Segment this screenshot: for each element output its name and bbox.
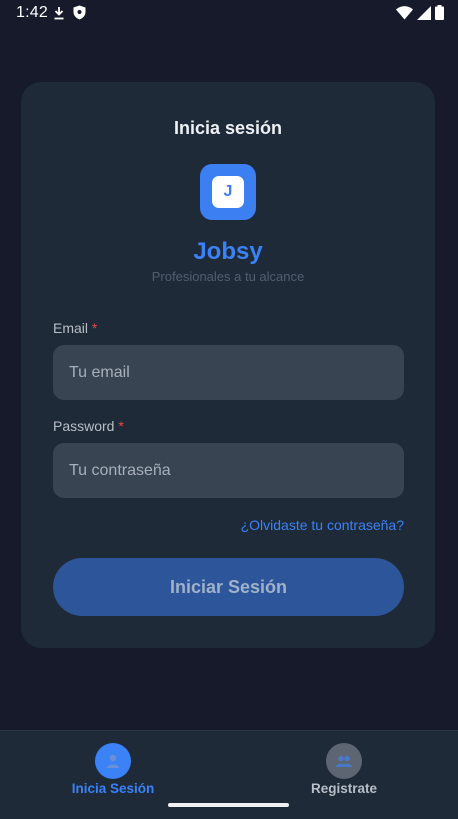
brand-tagline: Profesionales a tu alcance [151, 269, 305, 284]
battery-icon [435, 5, 444, 25]
nav-item-login[interactable]: Inicia Sesión [43, 743, 183, 803]
nav-label-login: Inicia Sesión [71, 781, 155, 796]
logo-letter: J [212, 176, 244, 208]
password-input[interactable] [53, 443, 404, 498]
app-logo: J [200, 164, 256, 220]
signal-icon [417, 5, 431, 25]
email-label-text: Email [53, 320, 89, 336]
email-required-mark: * [91, 320, 98, 336]
nav-label-register: Registrate [310, 781, 378, 796]
password-label-text: Password [53, 418, 115, 434]
login-card: Inicia sesión J Jobsy Profesionales a tu… [21, 82, 435, 648]
email-input[interactable] [53, 345, 404, 400]
status-bar: 1:42 [0, 0, 458, 28]
users-icon [326, 743, 362, 779]
status-notification-icons [53, 5, 86, 25]
home-indicator[interactable] [168, 803, 289, 807]
login-screen: 1:42 Inicia sesión J Jobsy Profesionales… [0, 0, 458, 819]
nav-item-register[interactable]: Registrate [274, 743, 414, 803]
shield-icon [73, 5, 86, 25]
password-label: Password * [53, 418, 124, 434]
brand-name: Jobsy [193, 238, 263, 265]
password-required-mark: * [118, 418, 124, 434]
wifi-icon [396, 5, 413, 25]
forgot-password-link[interactable]: ¿Olvidaste tu contraseña? [241, 517, 404, 533]
status-time: 1:42 [16, 4, 48, 21]
user-icon [95, 743, 131, 779]
download-icon [53, 6, 65, 25]
card-title: Inicia sesión [173, 118, 283, 138]
status-system-icons [396, 5, 444, 25]
login-button[interactable]: Iniciar Sesión [53, 558, 404, 616]
email-label: Email * [53, 320, 97, 336]
